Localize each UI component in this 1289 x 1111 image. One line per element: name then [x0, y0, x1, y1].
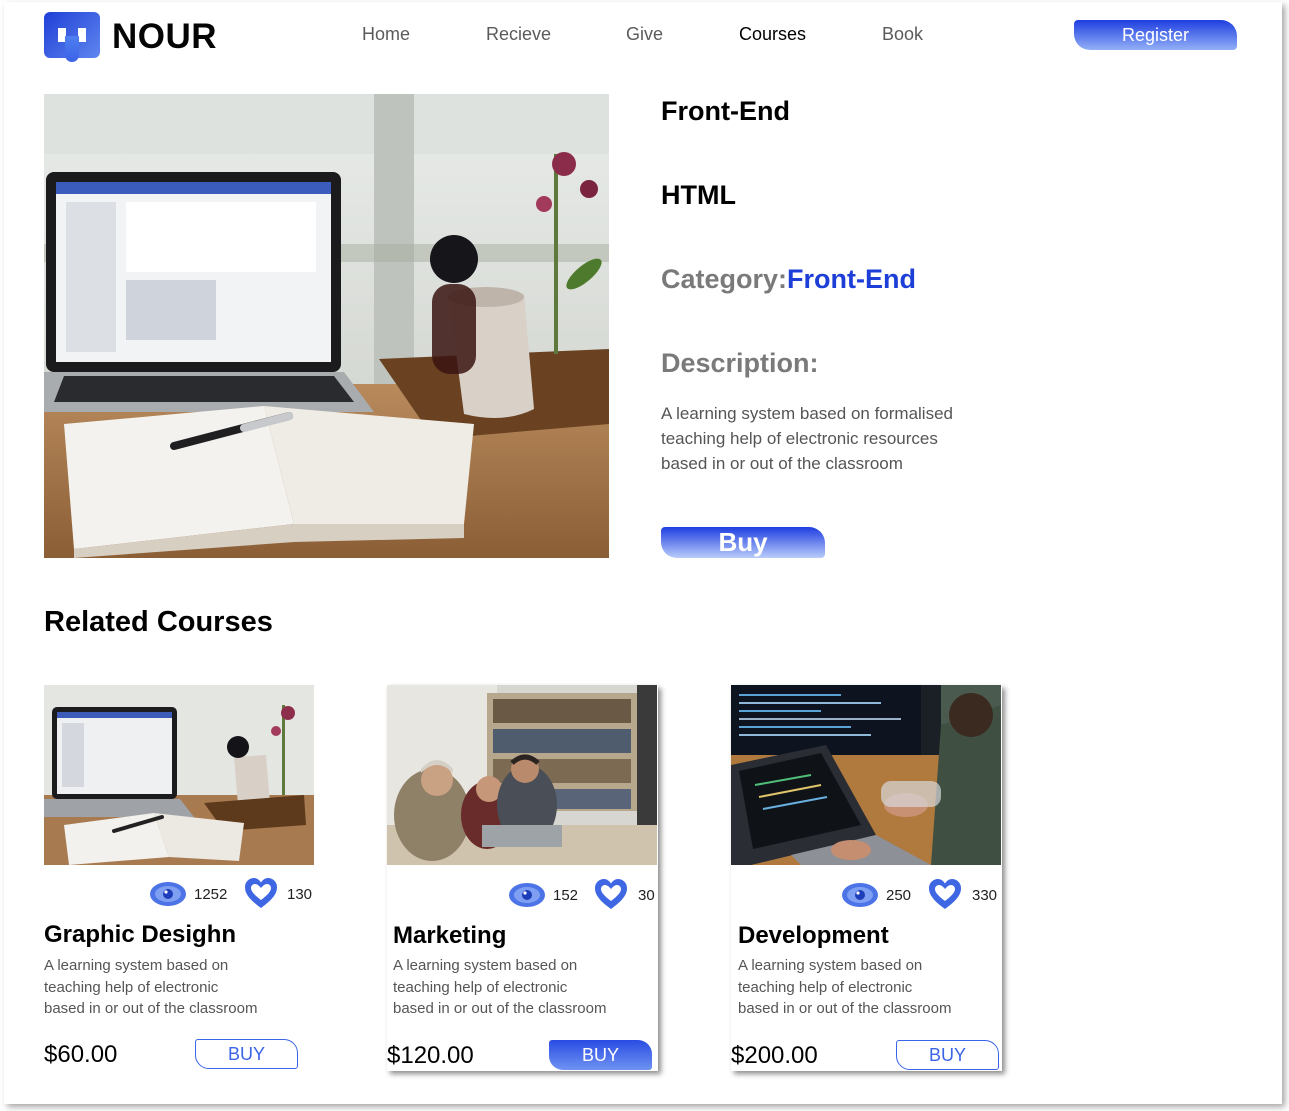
card-description-line: based in or out of the classroom [393, 1000, 607, 1017]
card-price: $60.00 [44, 1041, 118, 1068]
card-buy-button[interactable]: BUY [195, 1039, 298, 1069]
description-heading: Description: [661, 348, 819, 378]
buy-button[interactable]: Buy [661, 527, 825, 558]
heart-icon[interactable] [928, 878, 962, 912]
card-description-line: teaching help of electronic [44, 978, 219, 996]
course-card-image [387, 685, 657, 865]
related-courses-heading: Related Courses [44, 606, 273, 638]
description-line: A learning system based on formalised [661, 404, 953, 423]
course-card-marketing[interactable]: 152 30 Marketing A learning system based… [387, 685, 658, 1071]
card-description: A learning system based on teaching help… [738, 955, 998, 1020]
course-card-image [731, 685, 1001, 865]
nav-courses[interactable]: Courses [739, 24, 806, 45]
course-subtitle: HTML [661, 180, 736, 210]
course-card-development[interactable]: 250 330 Development A learning system ba… [731, 685, 1002, 1071]
eye-icon [150, 882, 186, 906]
course-category: Category:Front-End [661, 264, 916, 295]
register-button[interactable]: Register [1074, 20, 1237, 50]
card-buy-button[interactable]: BUY [549, 1040, 652, 1070]
views-count: 152 [553, 887, 579, 904]
card-title: Marketing [393, 922, 507, 949]
card-description-line: teaching help of electronic [738, 978, 913, 996]
eye-icon [842, 883, 878, 907]
card-title: Development [738, 922, 889, 949]
heart-icon[interactable] [244, 877, 278, 911]
views-count: 1252 [194, 886, 228, 903]
course-description: A learning system based on formalised te… [661, 401, 1001, 476]
likes-count: 30 [638, 887, 655, 904]
eye-icon [509, 883, 545, 907]
card-description-line: A learning system based on [44, 957, 229, 974]
course-card-image [44, 685, 314, 865]
nav-home[interactable]: Home [362, 24, 410, 45]
description-line: teaching help of electronic resources [661, 429, 938, 448]
card-description-line: based in or out of the classroom [44, 1000, 258, 1017]
card-price: $200.00 [731, 1042, 818, 1069]
card-description: A learning system based on teaching help… [393, 955, 653, 1020]
brand-logo[interactable]: NOUR [44, 12, 217, 62]
card-description-line: A learning system based on [393, 957, 578, 974]
nav-recieve[interactable]: Recieve [486, 24, 551, 45]
category-value[interactable]: Front-End [787, 264, 916, 294]
card-price: $120.00 [387, 1042, 474, 1069]
brand-name: NOUR [112, 17, 218, 56]
likes-count: 130 [287, 886, 313, 903]
nav-book[interactable]: Book [882, 24, 923, 45]
description-line: based in or out of the classroom [661, 454, 903, 473]
course-hero-image [44, 94, 609, 558]
card-description-line: teaching help of electronic [393, 978, 568, 996]
views-count: 250 [886, 887, 912, 904]
course-card-graphic-design[interactable]: 1252 130 Graphic Desighn A learning syst… [44, 685, 315, 1071]
likes-count: 330 [972, 887, 998, 904]
card-buy-button[interactable]: BUY [896, 1040, 999, 1070]
nav-give[interactable]: Give [626, 24, 663, 45]
category-label: Category: [661, 264, 788, 294]
course-title: Front-End [661, 96, 790, 126]
heart-icon[interactable] [594, 878, 628, 912]
card-description-line: based in or out of the classroom [738, 1000, 952, 1017]
card-description: A learning system based on teaching help… [44, 955, 304, 1020]
nour-logo-icon [44, 12, 100, 62]
card-title: Graphic Desighn [44, 921, 237, 948]
card-description-line: A learning system based on [738, 957, 923, 974]
